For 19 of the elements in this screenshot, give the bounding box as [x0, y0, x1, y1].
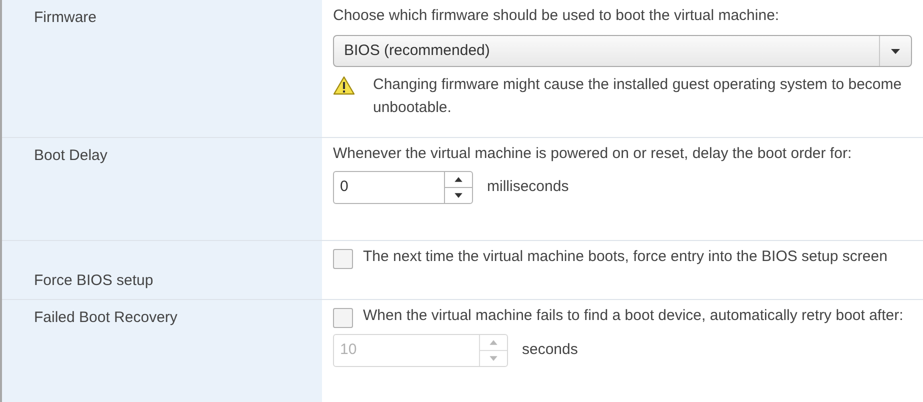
warning-text: Changing firmware might cause the installed guest operating system to become unbootable.	[373, 75, 903, 118]
setting-label: Boot Delay	[34, 147, 108, 164]
setting-label: Failed Boot Recovery	[34, 309, 178, 326]
checkbox-label: The next time the virtual machine boots, force entry into the BIOS setup screen	[363, 247, 888, 267]
unit-label: milliseconds	[487, 177, 569, 198]
checkbox[interactable]	[333, 249, 353, 269]
checkbox-label: When the virtual machine fails to find a boot device, automatically retry boot after:	[363, 306, 904, 326]
dropdown-value: BIOS (recommended)	[343, 40, 491, 61]
number-input[interactable]: 0	[334, 172, 444, 203]
setting-label: Firmware	[34, 9, 96, 26]
setting-label: Force BIOS setup	[34, 272, 154, 289]
warning-icon	[333, 76, 355, 95]
number-spinner[interactable]: 0	[333, 171, 473, 204]
description-text: Whenever the virtual machine is powered on or reset, delay the boot order for:	[333, 144, 853, 164]
firmware-dropdown[interactable]: BIOS (recommended)	[333, 35, 912, 67]
unit-label: seconds	[522, 340, 578, 360]
caret-icon	[891, 48, 900, 54]
checkbox[interactable]	[333, 308, 353, 328]
description-text: Choose which firmware should be used to boot the virtual machine:	[333, 6, 780, 26]
